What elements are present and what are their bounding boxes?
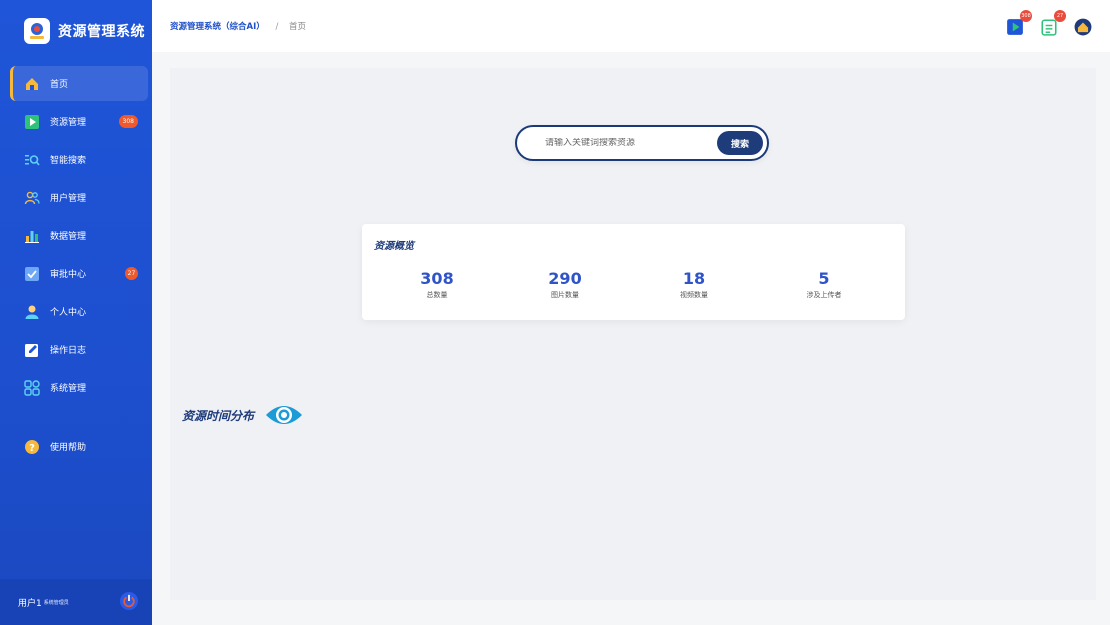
logout-button[interactable] (120, 592, 138, 610)
users-icon (24, 190, 40, 206)
approval-count-badge: 27 (125, 267, 138, 280)
breadcrumb-separator: / (275, 22, 279, 32)
search-button[interactable]: 搜索 (717, 131, 763, 155)
sidebar-item-smart-search[interactable]: 智能搜索 (10, 142, 148, 177)
play-icon (24, 114, 40, 130)
stat-videos: 18 视频数量 (644, 270, 744, 300)
sidebar-nav: 首页 资源管理 308 智能搜索 用户管理 数据管理 审批中心 27 个人中心 (10, 66, 148, 467)
stat-label: 图片数量 (551, 291, 579, 299)
overview-title: 资源概览 (374, 241, 414, 252)
sidebar-item-label: 系统管理 (50, 384, 87, 394)
home-shortcut[interactable] (1074, 14, 1094, 36)
resources-badge: 308 (1020, 10, 1032, 22)
home-icon (24, 76, 40, 92)
breadcrumb: 资源管理系统（综合AI） / 首页 (170, 20, 306, 32)
time-distribution-section: 资源时间分布 (182, 401, 304, 429)
stat-label: 涉及上传者 (806, 291, 842, 299)
search-bar: 搜索 (515, 125, 769, 161)
sidebar: 资源管理系统 首页 资源管理 308 智能搜索 用户管理 数据管理 审批中心 2… (0, 0, 152, 625)
sidebar-item-users[interactable]: 用户管理 (10, 180, 148, 215)
sidebar-item-home[interactable]: 首页 (10, 66, 148, 101)
sidebar-item-data[interactable]: 数据管理 (10, 218, 148, 253)
stat-label: 视频数量 (680, 291, 708, 299)
top-header: 资源管理系统（综合AI） / 首页 308 27 (152, 0, 1110, 52)
sidebar-item-label: 用户管理 (50, 194, 87, 204)
sidebar-item-label: 智能搜索 (50, 156, 87, 166)
sidebar-item-resources[interactable]: 资源管理 308 (10, 104, 148, 139)
search-input[interactable] (545, 138, 695, 148)
header-icons: 308 27 (1006, 10, 1094, 36)
edit-icon (24, 342, 40, 358)
sidebar-item-profile[interactable]: 个人中心 (10, 294, 148, 329)
stat-value: 290 (548, 269, 582, 288)
help-icon: ? (24, 439, 40, 455)
resources-shortcut[interactable]: 308 (1006, 10, 1032, 36)
sidebar-item-approval[interactable]: 审批中心 27 (10, 256, 148, 291)
app-logo (24, 18, 50, 44)
sidebar-item-system[interactable]: 系统管理 (10, 370, 148, 405)
main-content: 搜索 资源概览 308 总数量 290 图片数量 18 视频数量 5 涉及上传者… (170, 68, 1096, 600)
sidebar-item-help[interactable]: ? 使用帮助 (10, 429, 148, 464)
approvals-badge: 27 (1054, 10, 1066, 22)
search-list-icon (24, 152, 40, 168)
sidebar-item-label: 资源管理 (50, 118, 87, 128)
home-icon (1074, 18, 1092, 36)
user-role: 系统管理员 (43, 599, 69, 606)
brand: 资源管理系统 (0, 0, 152, 62)
app-title: 资源管理系统 (58, 24, 145, 40)
bar-chart-icon (24, 228, 40, 244)
resource-count-badge: 308 (118, 115, 138, 128)
stat-images: 290 图片数量 (515, 270, 615, 300)
check-shield-icon (24, 266, 40, 282)
sidebar-item-label: 使用帮助 (50, 443, 87, 453)
sidebar-item-label: 操作日志 (50, 346, 87, 356)
stat-label: 总数量 (426, 291, 448, 299)
stat-total: 308 总数量 (387, 270, 487, 300)
approvals-shortcut[interactable]: 27 (1040, 10, 1066, 36)
breadcrumb-current: 首页 (289, 22, 307, 32)
sidebar-item-label: 审批中心 (50, 270, 87, 280)
user-bar: 用户1 系统管理员 (0, 579, 152, 625)
stat-value: 5 (818, 269, 830, 288)
stat-value: 18 (682, 269, 706, 288)
user-name: 用户1 (18, 598, 42, 609)
power-icon (123, 594, 135, 608)
sidebar-item-label: 首页 (50, 80, 69, 90)
person-icon (24, 304, 40, 320)
grid-icon (24, 379, 40, 396)
eye-icon[interactable] (264, 401, 304, 429)
resource-overview-card: 资源概览 308 总数量 290 图片数量 18 视频数量 5 涉及上传者 (362, 224, 905, 320)
distribution-title: 资源时间分布 (182, 408, 255, 423)
breadcrumb-root[interactable]: 资源管理系统（综合AI） (170, 22, 265, 32)
stat-uploaders: 5 涉及上传者 (774, 270, 874, 300)
sidebar-item-label: 个人中心 (50, 308, 87, 318)
sidebar-item-logs[interactable]: 操作日志 (10, 332, 148, 367)
sidebar-item-label: 数据管理 (50, 232, 87, 242)
stat-value: 308 (420, 269, 454, 288)
svg-text:?: ? (29, 443, 35, 454)
